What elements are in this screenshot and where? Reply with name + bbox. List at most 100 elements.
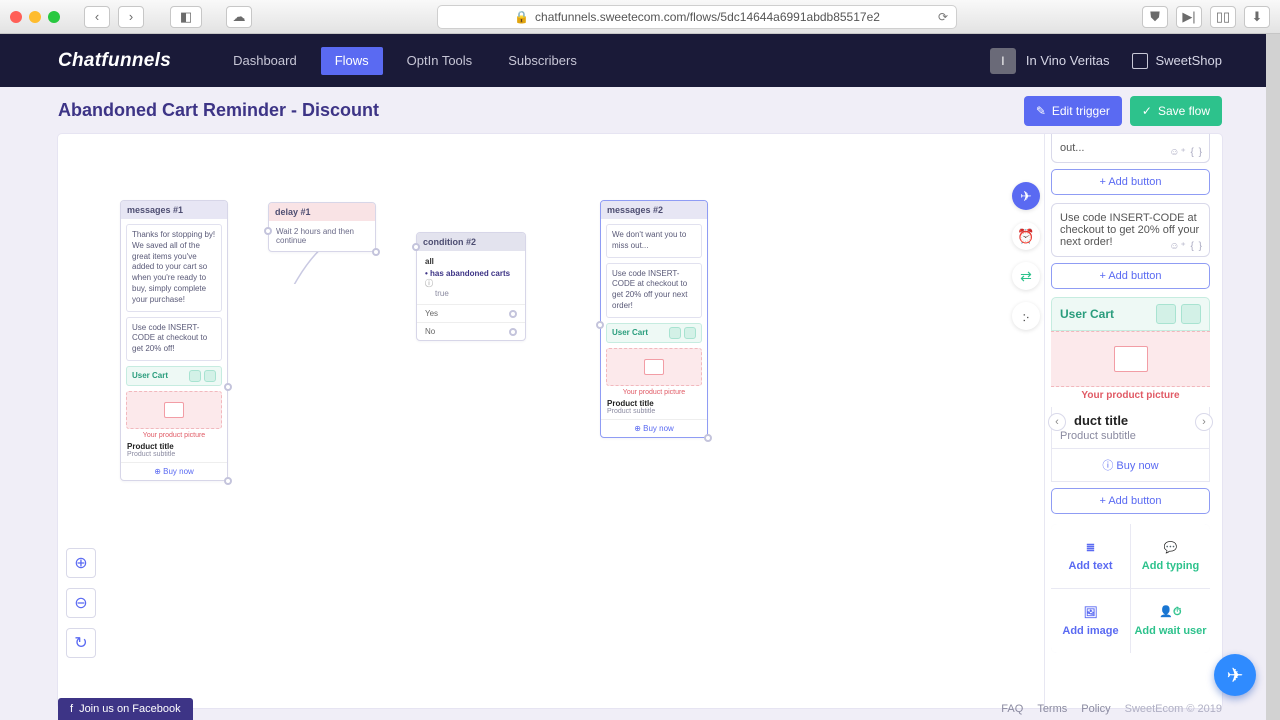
carousel-next-icon[interactable]: › xyxy=(1195,413,1213,431)
footer-link-policy[interactable]: Policy xyxy=(1081,703,1110,715)
message-tools[interactable]: ☺⁺ { } xyxy=(1169,241,1203,252)
buy-now-button[interactable]: ⓘ Buy now xyxy=(1051,449,1210,482)
input-port[interactable] xyxy=(412,243,420,251)
product-image-placeholder[interactable] xyxy=(126,391,222,429)
node-header[interactable]: delay #1 xyxy=(269,203,375,221)
product-title[interactable]: Product title xyxy=(121,442,227,451)
user-avatar[interactable]: I xyxy=(990,48,1016,74)
message-block[interactable]: Use code INSERT-CODE at checkout to get … xyxy=(126,317,222,361)
output-port[interactable] xyxy=(704,434,712,442)
output-port[interactable] xyxy=(509,328,517,336)
user-cart-header[interactable]: User Cart xyxy=(606,323,702,343)
delay-tool-icon[interactable]: ⏰ xyxy=(1012,222,1040,250)
message-block[interactable]: We don't want you to miss out... xyxy=(606,224,702,258)
user-cart-header[interactable]: User Cart xyxy=(1051,297,1210,331)
tshirt-icon xyxy=(164,402,184,418)
condition-body[interactable]: all • has abandoned carts ⓘ true xyxy=(417,251,525,304)
node-delay-1[interactable]: delay #1 Wait 2 hours and then continue xyxy=(268,202,376,252)
user-cart-header[interactable]: User Cart xyxy=(126,366,222,386)
nav-dashboard[interactable]: Dashboard xyxy=(215,34,315,87)
node-condition-2[interactable]: condition #2 all • has abandoned carts ⓘ… xyxy=(416,232,526,341)
tabs-icon[interactable]: ▯▯ xyxy=(1210,6,1236,28)
nav-optin-tools[interactable]: OptIn Tools xyxy=(389,34,491,87)
condition-tool-icon[interactable]: ჻ xyxy=(1012,302,1040,330)
product-title[interactable]: Product title xyxy=(601,399,707,408)
product-subtitle[interactable]: Product subtitle xyxy=(1060,430,1201,442)
zoom-reset-button[interactable]: ↻ xyxy=(66,628,96,658)
output-port[interactable] xyxy=(224,477,232,485)
input-port[interactable] xyxy=(596,321,604,329)
edit-trigger-button[interactable]: ✎Edit trigger xyxy=(1024,96,1122,126)
condition-no-branch[interactable]: No xyxy=(417,322,525,340)
product-subtitle[interactable]: Product subtitle xyxy=(601,408,707,419)
save-flow-button[interactable]: ✓Save flow xyxy=(1130,96,1222,126)
node-header[interactable]: condition #2 xyxy=(417,233,525,251)
sidebar-toggle-icon[interactable]: ◧ xyxy=(170,6,202,28)
message-block[interactable]: Thanks for stopping by! We saved all of … xyxy=(126,224,222,312)
product-subtitle[interactable]: Product subtitle xyxy=(121,451,227,462)
add-button-button[interactable]: + Add button xyxy=(1051,488,1210,514)
facebook-join-button[interactable]: fJoin us on Facebook xyxy=(58,698,193,720)
target-icon[interactable] xyxy=(1156,304,1176,324)
output-port[interactable] xyxy=(224,383,232,391)
add-typing-button[interactable]: 💬Add typing xyxy=(1131,524,1210,588)
new-tab-gutter[interactable] xyxy=(1266,34,1280,720)
shop-name[interactable]: SweetShop xyxy=(1156,53,1223,68)
node-messages-1[interactable]: messages #1 Thanks for stopping by! We s… xyxy=(120,200,228,481)
target-icon[interactable] xyxy=(669,327,681,339)
node-messages-2[interactable]: messages #2 We don't want you to miss ou… xyxy=(600,200,708,438)
messenger-tool-icon[interactable]: ✈ xyxy=(1012,182,1040,210)
target-icon[interactable] xyxy=(189,370,201,382)
output-port[interactable] xyxy=(509,310,517,318)
add-image-button[interactable]: 🖼Add image xyxy=(1051,589,1130,653)
add-wait-user-button[interactable]: 👤⏱Add wait user xyxy=(1131,589,1210,653)
close-window-icon[interactable] xyxy=(10,11,22,23)
minimize-window-icon[interactable] xyxy=(29,11,41,23)
user-name[interactable]: In Vino Veritas xyxy=(1026,53,1110,68)
message-block[interactable]: Use code INSERT-CODE at checkout to get … xyxy=(606,263,702,318)
condition-yes-branch[interactable]: Yes xyxy=(417,304,525,322)
nav-flows[interactable]: Flows xyxy=(321,47,383,75)
address-bar[interactable]: 🔒 chatfunnels.sweetecom.com/flows/5dc146… xyxy=(437,5,957,29)
cloud-tabs-icon[interactable]: ☁ xyxy=(226,6,252,28)
link-icon[interactable] xyxy=(204,370,216,382)
brand-logo[interactable]: Chatfunnels xyxy=(58,50,171,72)
footer-link-faq[interactable]: FAQ xyxy=(1001,703,1023,715)
download-icon[interactable]: ⬇ xyxy=(1244,6,1270,28)
typing-icon: 💬 xyxy=(1164,541,1178,554)
carousel-prev-icon[interactable]: ‹ xyxy=(1048,413,1066,431)
nav-back-button[interactable]: ‹ xyxy=(84,6,110,28)
zoom-out-button[interactable]: ⊖ xyxy=(66,588,96,618)
link-icon[interactable] xyxy=(684,327,696,339)
product-title[interactable]: duct title xyxy=(1060,413,1201,428)
input-port[interactable] xyxy=(264,227,272,235)
maximize-window-icon[interactable] xyxy=(48,11,60,23)
buy-now-button[interactable]: ⊕ Buy now xyxy=(121,462,227,480)
delay-body[interactable]: Wait 2 hours and then continue xyxy=(269,221,375,251)
play-icon[interactable]: ▶| xyxy=(1176,6,1202,28)
zoom-in-button[interactable]: ⊕ xyxy=(66,548,96,578)
nav-subscribers[interactable]: Subscribers xyxy=(490,34,595,87)
link-icon[interactable] xyxy=(1181,304,1201,324)
add-button-button[interactable]: + Add button xyxy=(1051,263,1210,289)
reload-icon[interactable]: ⟳ xyxy=(938,10,948,24)
message-editor[interactable]: out... ☺⁺ { } xyxy=(1051,134,1210,163)
flow-canvas[interactable]: messages #1 Thanks for stopping by! We s… xyxy=(58,134,1222,708)
output-port[interactable] xyxy=(372,248,380,256)
nav-forward-button[interactable]: › xyxy=(118,6,144,28)
messenger-chat-fab[interactable]: ✈ xyxy=(1214,654,1256,696)
randomize-tool-icon[interactable]: ⇄ xyxy=(1012,262,1040,290)
shop-icon[interactable] xyxy=(1132,53,1148,69)
message-tools[interactable]: ☺⁺ { } xyxy=(1169,147,1203,158)
node-header[interactable]: messages #2 xyxy=(601,201,707,219)
footer-link-terms[interactable]: Terms xyxy=(1037,703,1067,715)
product-image-placeholder[interactable] xyxy=(1051,331,1210,387)
node-header[interactable]: messages #1 xyxy=(121,201,227,219)
buy-now-button[interactable]: ⊕ Buy now xyxy=(601,419,707,437)
add-button-button[interactable]: + Add button xyxy=(1051,169,1210,195)
message-editor[interactable]: Use code INSERT-CODE at checkout to get … xyxy=(1051,203,1210,257)
product-image-placeholder[interactable] xyxy=(606,348,702,386)
extension-icon[interactable]: ⛊ xyxy=(1142,6,1168,28)
product-card[interactable]: ‹ › duct title Product subtitle xyxy=(1051,407,1210,449)
add-text-button[interactable]: ≣Add text xyxy=(1051,524,1130,588)
